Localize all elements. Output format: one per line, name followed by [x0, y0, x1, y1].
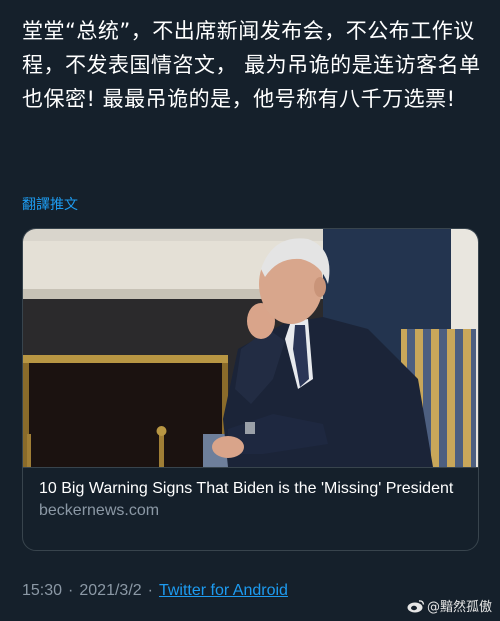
card-title[interactable]: 10 Big Warning Signs That Biden is the '…	[39, 478, 464, 499]
tweet-date[interactable]: 2021/3/2	[79, 582, 141, 599]
separator: ·	[147, 582, 153, 599]
tweet-text: 堂堂“总统”，不出席新闻发布会，不公布工作议程，不发表国情咨文， 最为吊诡的是连…	[22, 19, 481, 111]
tweet-source-link[interactable]: Twitter for Android	[159, 582, 288, 599]
watermark-handle: @黯然孤傲	[426, 600, 492, 615]
link-preview-card[interactable]: 10 Big Warning Signs That Biden is the '…	[22, 228, 479, 551]
card-domain: beckernews.com	[39, 502, 160, 519]
tweet-footer: 15:30 · 2021/3/2 · Twitter for Android	[22, 582, 288, 600]
tweet-time[interactable]: 15:30	[22, 582, 62, 599]
watermark: @黯然孤傲	[407, 596, 492, 615]
translate-tweet-link[interactable]: 翻譯推文	[22, 194, 78, 214]
card-photo	[23, 229, 478, 467]
weibo-icon	[407, 599, 425, 613]
separator: ·	[68, 582, 74, 599]
card-meta: 10 Big Warning Signs That Biden is the '…	[23, 467, 478, 550]
card-image	[23, 229, 478, 467]
